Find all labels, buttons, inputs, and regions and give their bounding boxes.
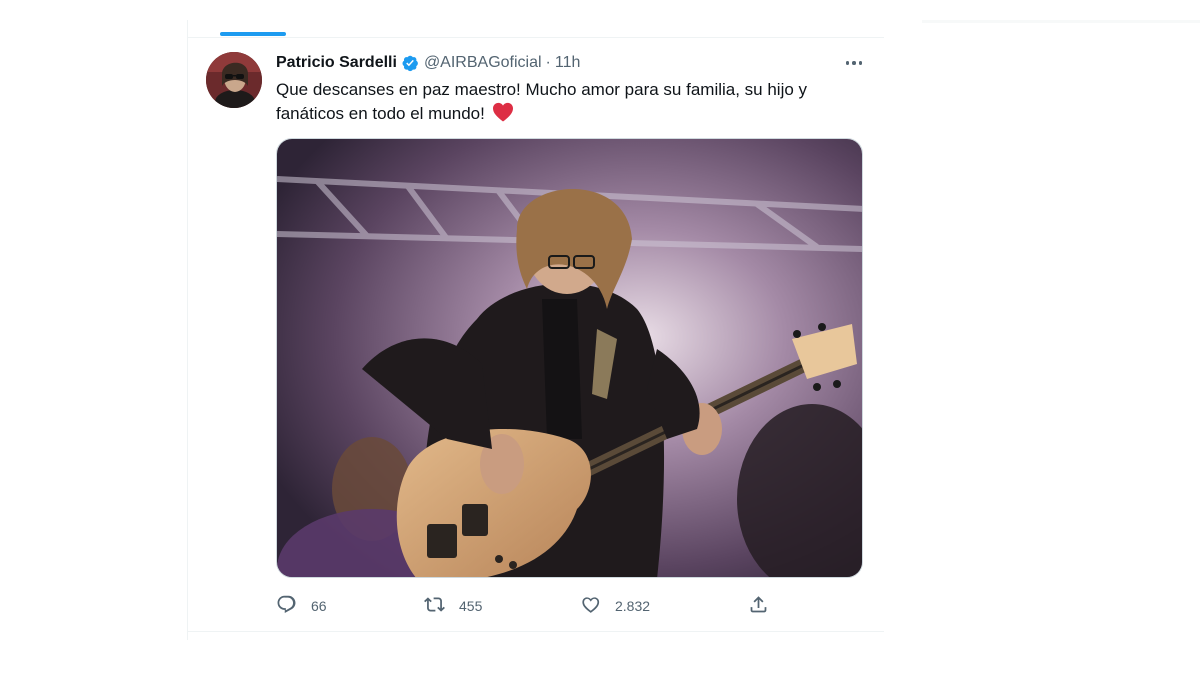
tweet-text-content: Que descanses en paz maestro! Mucho amor… [276,80,808,123]
timestamp[interactable]: 11h [555,54,581,72]
tweet-screenshot: Patricio Sardelli @AIRBAGoficial · 11h Q… [0,0,1200,675]
tweet-text: Que descanses en paz maestro! Mucho amor… [276,78,846,129]
avatar[interactable] [206,52,262,108]
like-icon [580,594,601,618]
feed-left-border [187,20,188,640]
bottom-divider [187,631,884,632]
tweet-header: Patricio Sardelli @AIRBAGoficial · 11h [276,52,580,74]
display-name[interactable]: Patricio Sardelli [276,54,397,72]
retweet-icon [424,594,445,618]
user-handle[interactable]: @AIRBAGoficial [424,54,542,72]
separator-dot: · [545,54,551,71]
reply-count: 66 [311,598,327,614]
tweet-photo[interactable] [276,138,863,578]
share-icon [748,594,769,618]
retweet-count: 455 [459,598,483,614]
retweet-button[interactable]: 455 [424,594,482,618]
top-divider [187,37,884,38]
red-heart-emoji-icon [492,102,514,129]
tweet-actions: 66 455 2.832 [276,594,796,618]
like-count: 2.832 [615,598,651,614]
active-tab-indicator [220,32,286,36]
right-panel-divider [922,20,1200,23]
reply-icon [276,594,297,618]
share-button[interactable] [748,594,769,618]
verified-badge-icon [401,54,419,72]
reply-button[interactable]: 66 [276,594,327,618]
more-options-icon[interactable] [843,54,865,72]
concert-photo-bassist [277,139,862,577]
like-button[interactable]: 2.832 [580,594,650,618]
